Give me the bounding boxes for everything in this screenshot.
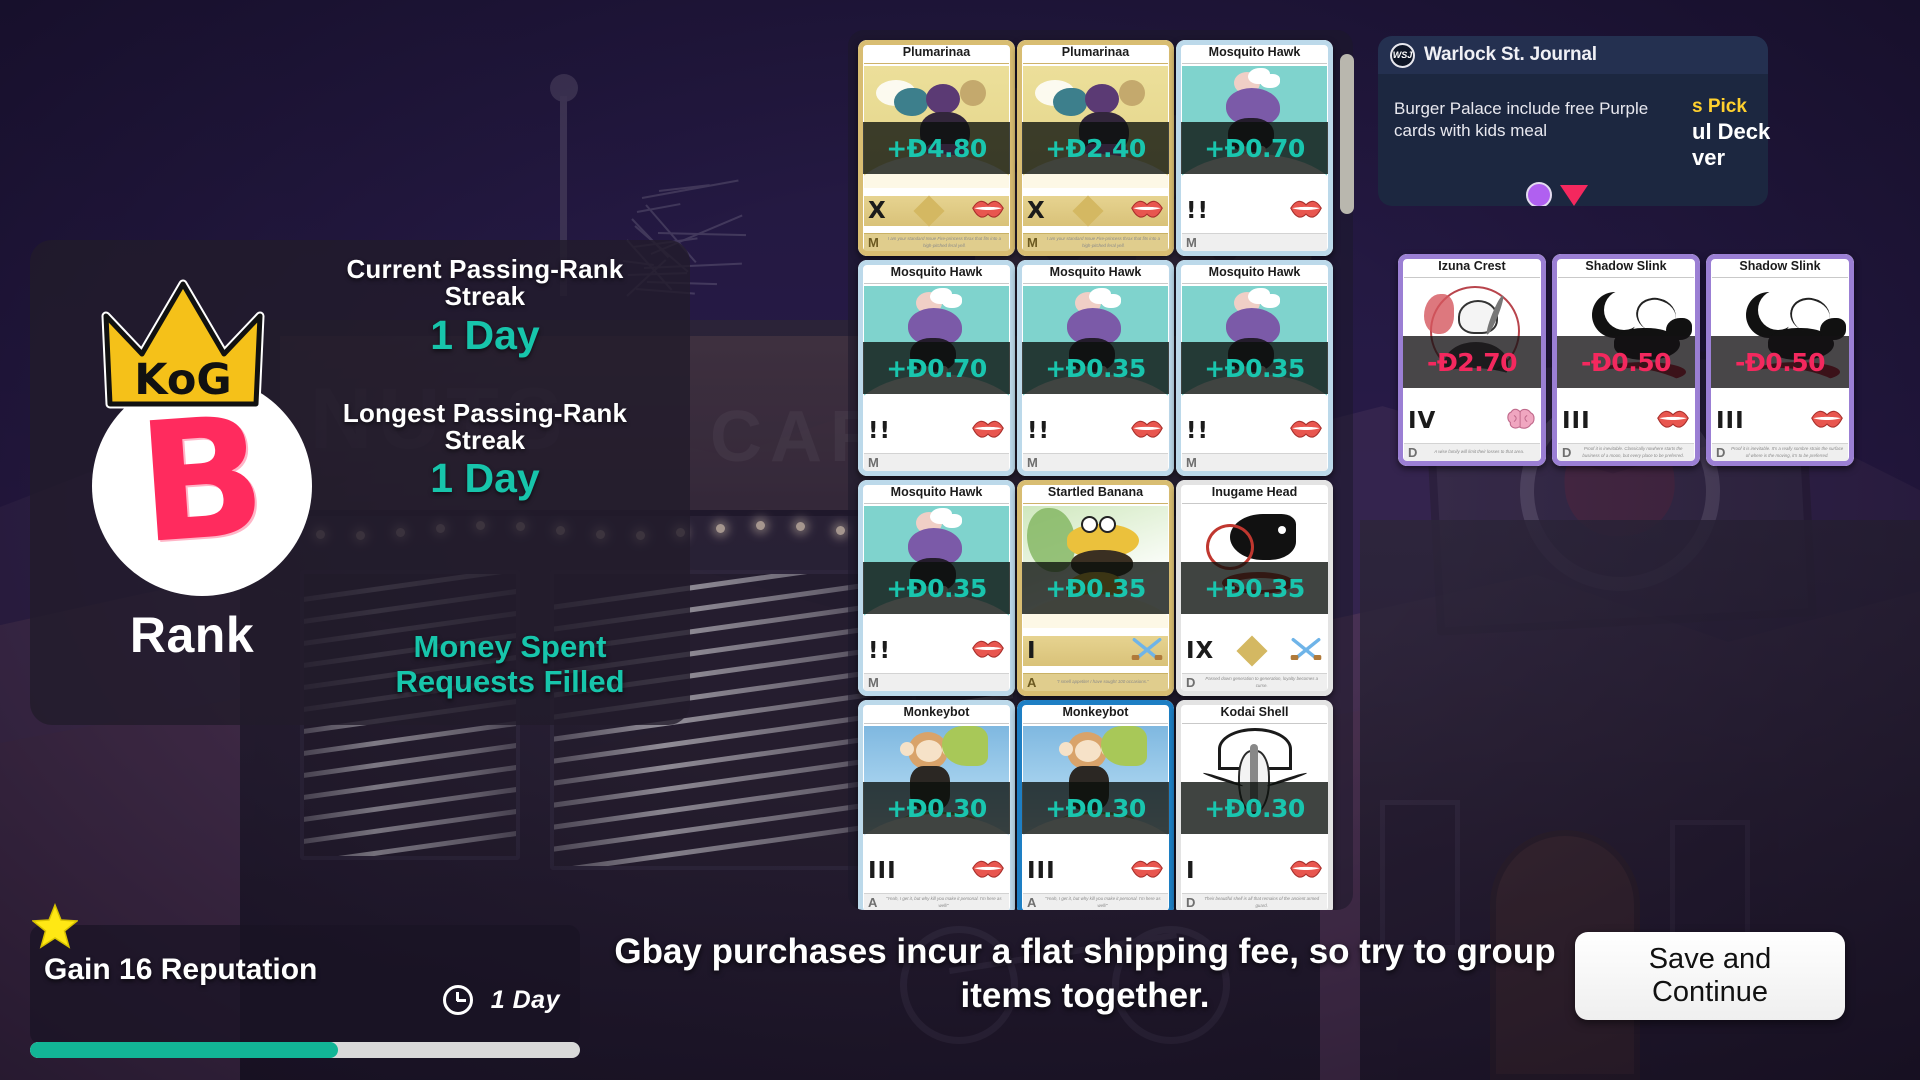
- rank-word: Rank: [72, 606, 312, 664]
- card-frame: [1176, 260, 1333, 476]
- money-spent-label: Money Spent: [360, 630, 660, 665]
- card-inventory-panel[interactable]: Plumarinaa X M I am your standard Issue Fir…: [848, 30, 1353, 910]
- card-frame: [1017, 260, 1174, 476]
- purchased-card[interactable]: Izuna Crest IV D A wise family will limit t…: [1398, 254, 1546, 466]
- card-frame: [1552, 254, 1700, 466]
- clock-icon: [443, 985, 473, 1015]
- reputation-card: Gain 16 Reputation 1 Day: [30, 925, 580, 1045]
- red-triangle-icon: [1560, 185, 1588, 206]
- inventory-card[interactable]: Monkeybot III A "Yeah, I get it, but why ki…: [858, 700, 1015, 910]
- crown-icon: KoG: [98, 276, 268, 416]
- card-frame: [1398, 254, 1546, 466]
- journal-headline: Burger Palace include free Purple cards …: [1394, 98, 1674, 142]
- rank-badge: KoG B Rank: [72, 276, 292, 636]
- card-frame: [1176, 700, 1333, 910]
- inventory-card[interactable]: Mosquito Hawk!! M +Ð0.35: [858, 480, 1015, 696]
- next-article-line2: ver: [1692, 145, 1812, 171]
- inventory-card[interactable]: Kodai Shell I D Their beautiful shell is al…: [1176, 700, 1333, 910]
- spend-summary: Money Spent Requests Filled: [360, 630, 660, 699]
- svg-text:KoG: KoG: [134, 355, 231, 405]
- rank-panel: KoG B Rank Current Passing-Rank Streak 1…: [30, 240, 690, 725]
- card-frame: [858, 480, 1015, 696]
- purchased-cards-row: Izuna Crest IV D A wise family will limit t…: [1398, 254, 1854, 466]
- card-grid-scrollbar[interactable]: [1340, 54, 1354, 214]
- current-streak-label: Current Passing-Rank Streak: [310, 256, 660, 311]
- card-frame: [1017, 480, 1174, 696]
- card-frame: [1706, 254, 1854, 466]
- purchased-card[interactable]: Shadow Slink III D Proof it is inevitable. …: [1552, 254, 1700, 466]
- card-grid: Plumarinaa X M I am your standard Issue Fir…: [858, 40, 1333, 910]
- save-and-continue-button[interactable]: Save and Continue: [1575, 932, 1845, 1020]
- card-frame: [858, 700, 1015, 910]
- time-value: 1 Day: [491, 986, 560, 1015]
- rank-letter: B: [134, 393, 271, 566]
- inventory-card[interactable]: Startled Banana I A "I smell appetite! I ha…: [1017, 480, 1174, 696]
- inventory-card[interactable]: Mosquito Hawk!! M +Ð0.35: [1017, 260, 1174, 476]
- inventory-card[interactable]: Mosquito Hawk!! M +Ð0.70: [858, 260, 1015, 476]
- inventory-card[interactable]: Monkeybot III A "Yeah, I get it, but why ki…: [1017, 700, 1174, 910]
- wsj-logo-icon: WSJ: [1390, 43, 1415, 68]
- purchased-card[interactable]: Shadow Slink III D Proof it is inevitable. …: [1706, 254, 1854, 466]
- journal-header: WSJ Warlock St. Journal: [1378, 36, 1768, 74]
- next-article-line1: ul Deck: [1692, 119, 1812, 145]
- reputation-time: 1 Day: [443, 985, 560, 1015]
- requests-filled-label: Requests Filled: [360, 665, 660, 700]
- next-article-highlight: s Pick: [1692, 96, 1812, 119]
- progress-fill: [30, 1042, 338, 1058]
- star-icon: [32, 903, 78, 949]
- card-frame: [1017, 700, 1174, 910]
- card-frame: [858, 260, 1015, 476]
- reputation-progress-bar: [30, 1042, 580, 1058]
- purple-dot-icon: [1526, 182, 1552, 206]
- journal-next-article[interactable]: s Pick ul Deck ver: [1692, 96, 1812, 176]
- card-frame: [1017, 40, 1174, 256]
- inventory-card[interactable]: Inugame Head IX D Passed down generation to…: [1176, 480, 1333, 696]
- journal-indicators: [1526, 182, 1588, 206]
- bottom-bar: Gain 16 Reputation 1 Day Gbay purchases …: [0, 880, 1920, 1080]
- reputation-label: Gain 16 Reputation: [44, 953, 317, 987]
- inventory-card[interactable]: Plumarinaa X M I am your standard Issue Fir…: [1017, 40, 1174, 256]
- current-streak-value: 1 Day: [310, 313, 660, 358]
- card-frame: [1176, 40, 1333, 256]
- inventory-card[interactable]: Mosquito Hawk!! M +Ð0.35: [1176, 260, 1333, 476]
- longest-streak-label: Longest Passing-Rank Streak: [310, 400, 660, 455]
- card-frame: [1176, 480, 1333, 696]
- inventory-card[interactable]: Mosquito Hawk!! M +Ð0.70: [1176, 40, 1333, 256]
- save-button-line2: Continue: [1652, 976, 1768, 1008]
- inventory-card[interactable]: Plumarinaa X M I am your standard Issue Fir…: [858, 40, 1015, 256]
- journal-title: Warlock St. Journal: [1424, 44, 1597, 66]
- tip-text: Gbay purchases incur a flat shipping fee…: [610, 930, 1560, 1018]
- streak-stats: Current Passing-Rank Streak 1 Day Longes…: [310, 256, 660, 501]
- save-button-line1: Save and: [1649, 943, 1772, 975]
- card-frame: [858, 40, 1015, 256]
- longest-streak-value: 1 Day: [310, 456, 660, 501]
